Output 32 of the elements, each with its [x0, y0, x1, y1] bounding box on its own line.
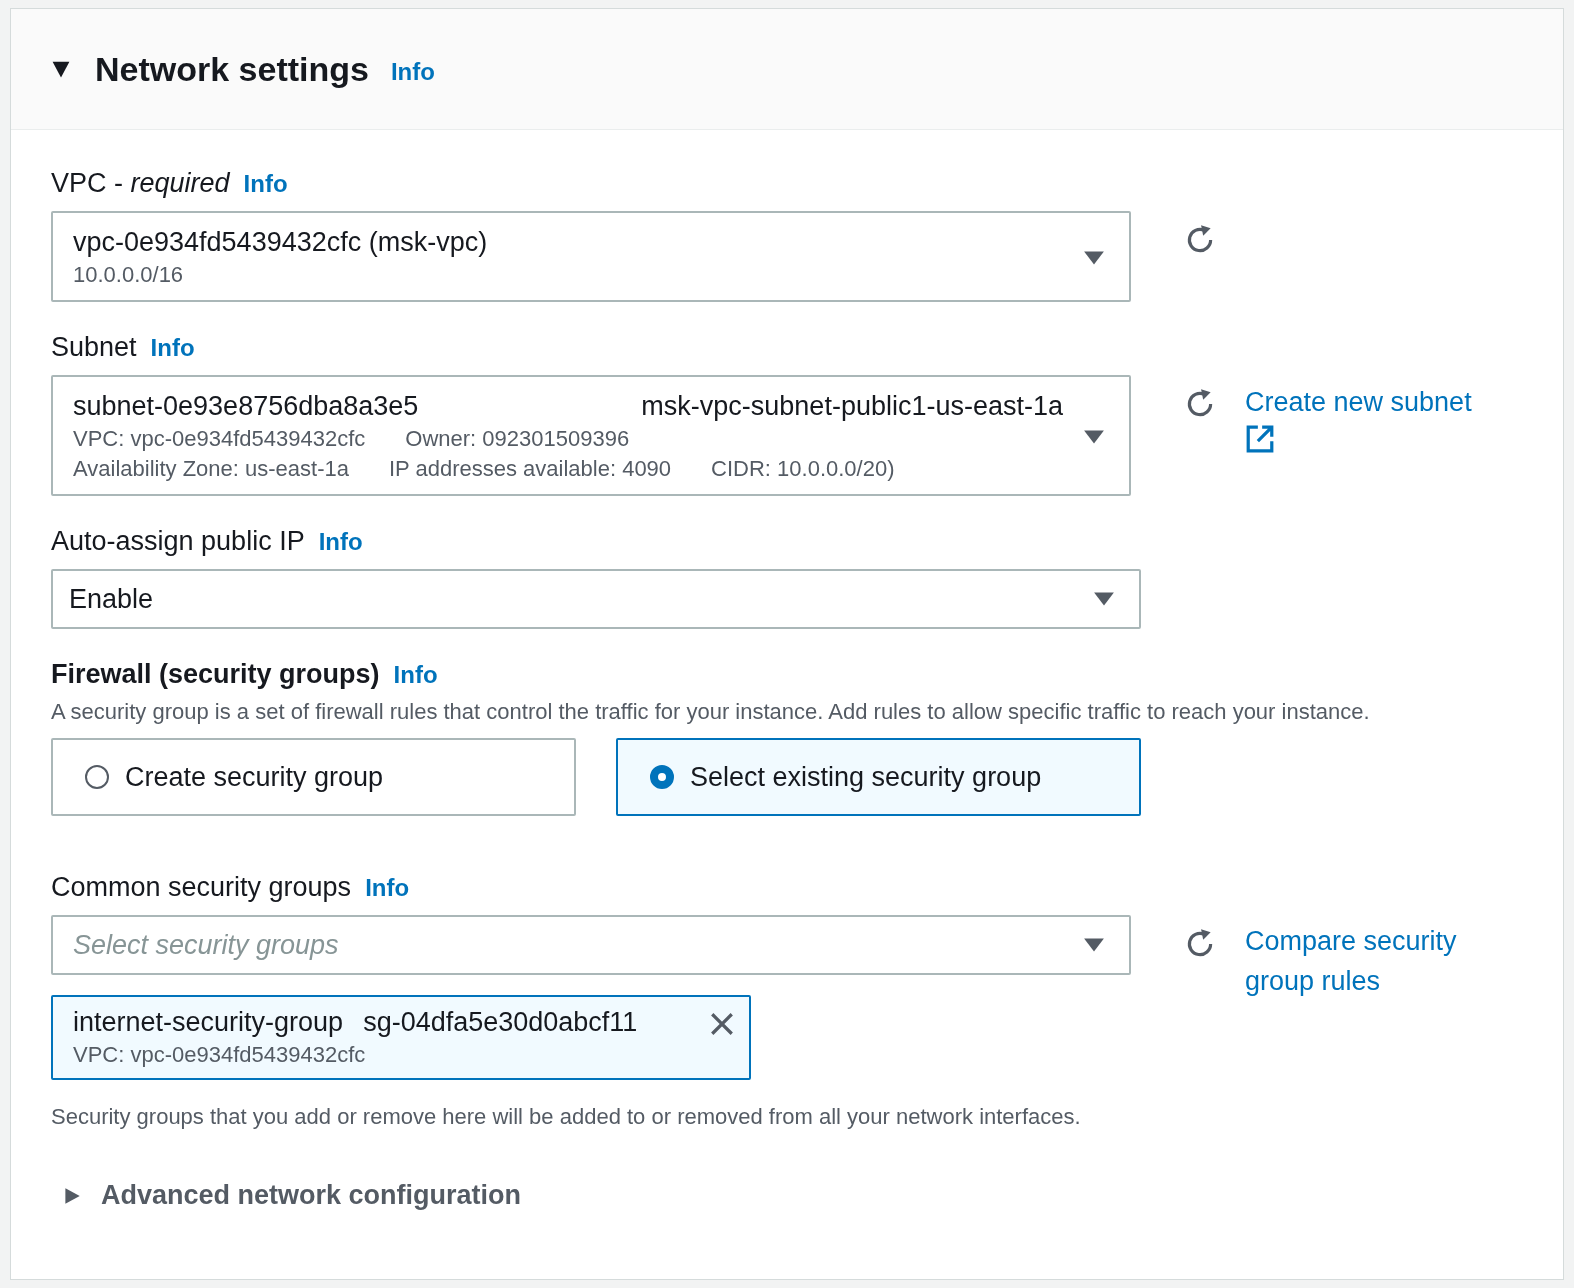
- auto-assign-select[interactable]: Enable: [51, 569, 1141, 629]
- security-group-token: internet-security-group sg-04dfa5e30d0abcf11 VPC: vpc-0e934fd5439432cfc: [51, 995, 751, 1080]
- dropdown-caret-icon: [1083, 937, 1105, 953]
- radio-icon: [85, 765, 109, 789]
- subnet-select[interactable]: subnet-0e93e8756dba8a3e5 msk-vpc-subnet-public1-us-east-1a VPC: vpc-0e934fd5439432cfc Owner: 092301509396 Availability Zone: us-east-1a IP addresses available: 4090 CIDR: 10.0.0.0/20): [51, 375, 1131, 496]
- section-title[interactable]: Advanced network configuration: [101, 1180, 522, 1211]
- dropdown-caret-icon: [1083, 249, 1105, 266]
- section-title: Firewall (security groups): [51, 659, 380, 690]
- dropdown-caret-icon: [1083, 428, 1105, 445]
- hint-text: Security groups that you add or remove here will be added to or removed from all your network interfaces.: [51, 1104, 1082, 1130]
- info-link[interactable]: Info: [150, 334, 195, 362]
- security-groups-select[interactable]: Select security groups: [51, 915, 1131, 975]
- info-link[interactable]: Info: [243, 170, 288, 198]
- radio-option[interactable]: Select existing security group: [616, 738, 1141, 816]
- external-link-icon[interactable]: [1245, 424, 1275, 454]
- field-label: VPC - required: [51, 168, 230, 199]
- close-icon[interactable]: [709, 1011, 735, 1037]
- info-link[interactable]: Info: [393, 661, 438, 689]
- info-link[interactable]: Info: [365, 874, 410, 902]
- info-link[interactable]: Info: [390, 58, 435, 86]
- field-label: Auto-assign public IP: [51, 526, 305, 557]
- section-description: A security group is a set of firewall rules that control the traffic for your instance. Add rules to allow specific traffic to reach your instance.: [51, 698, 1371, 726]
- compare-rules-link[interactable]: Compare security group rules: [1245, 921, 1485, 1001]
- radio-icon: [650, 765, 674, 789]
- field-label: Common security groups: [51, 872, 352, 903]
- dropdown-caret-icon: [1093, 591, 1115, 607]
- radio-option[interactable]: Create security group: [51, 738, 576, 816]
- field-label: Subnet: [51, 332, 137, 363]
- create-subnet-link[interactable]: Create new subnet: [1245, 387, 1472, 418]
- info-link[interactable]: Info: [318, 528, 363, 556]
- panel-title: Network settings: [95, 49, 369, 89]
- vpc-select[interactable]: vpc-0e934fd5439432cfc (msk-vpc) 10.0.0.0/16: [51, 211, 1131, 302]
